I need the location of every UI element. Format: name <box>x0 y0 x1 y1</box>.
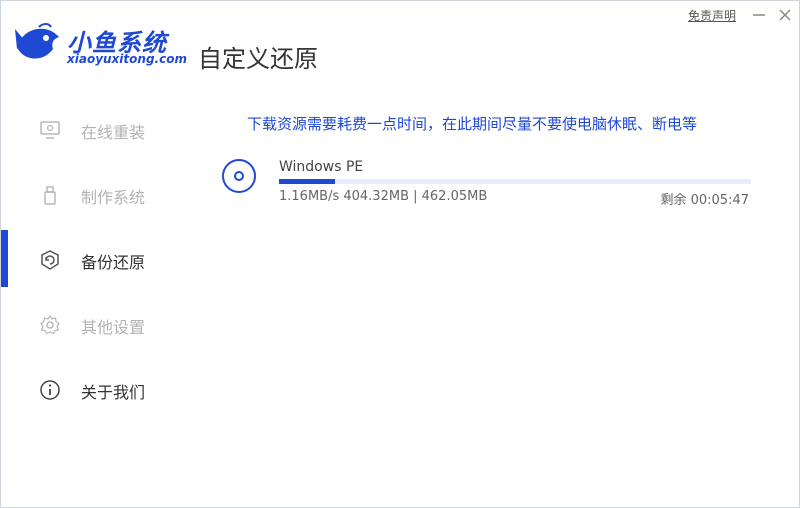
download-notice: 下载资源需要耗费一点时间，在此期间尽量不要使电脑休眠、断电等 <box>247 115 698 133</box>
download-remaining-time: 剩余 00:05:47 <box>660 193 749 208</box>
sidebar-item-about-us[interactable]: 关于我们 <box>1 361 181 417</box>
backup-icon <box>41 250 59 270</box>
disc-icon <box>222 159 256 193</box>
info-icon <box>40 380 60 400</box>
download-progress-bar <box>279 179 751 184</box>
sidebar-item-label: 制作系统 <box>81 188 146 207</box>
disclaimer-link[interactable]: 免责声明 <box>688 7 736 24</box>
sidebar-item-label: 备份还原 <box>81 253 146 272</box>
page-title: 自定义还原 <box>198 45 318 73</box>
sidebar-item-label: 关于我们 <box>81 383 146 402</box>
sidebar-item-label: 在线重装 <box>81 123 146 142</box>
logo-subtitle: xiaoyuxitong.com <box>67 52 187 66</box>
minimize-icon[interactable] <box>749 5 769 25</box>
download-stats: 1.16MB/s 404.32MB | 462.05MB <box>279 189 488 204</box>
sidebar-item-other-settings[interactable]: 其他设置 <box>1 296 181 352</box>
sidebar-item-make-system[interactable]: 制作系统 <box>1 166 181 222</box>
fish-logo-icon <box>15 23 59 59</box>
monitor-icon <box>40 121 60 139</box>
sidebar-item-backup-restore[interactable]: 备份还原 <box>1 231 181 287</box>
usb-icon <box>44 186 56 205</box>
sidebar-item-online-reinstall[interactable]: 在线重装 <box>1 101 181 157</box>
sidebar-item-label: 其他设置 <box>81 318 146 337</box>
gear-icon <box>40 314 60 335</box>
download-progress-fill <box>279 179 335 184</box>
app-window: 小鱼系统 xiaoyuxitong.com 自定义还原 免责声明 在线重装 制作… <box>0 0 800 508</box>
close-icon[interactable] <box>775 5 795 25</box>
download-item-name: Windows PE <box>279 159 364 175</box>
